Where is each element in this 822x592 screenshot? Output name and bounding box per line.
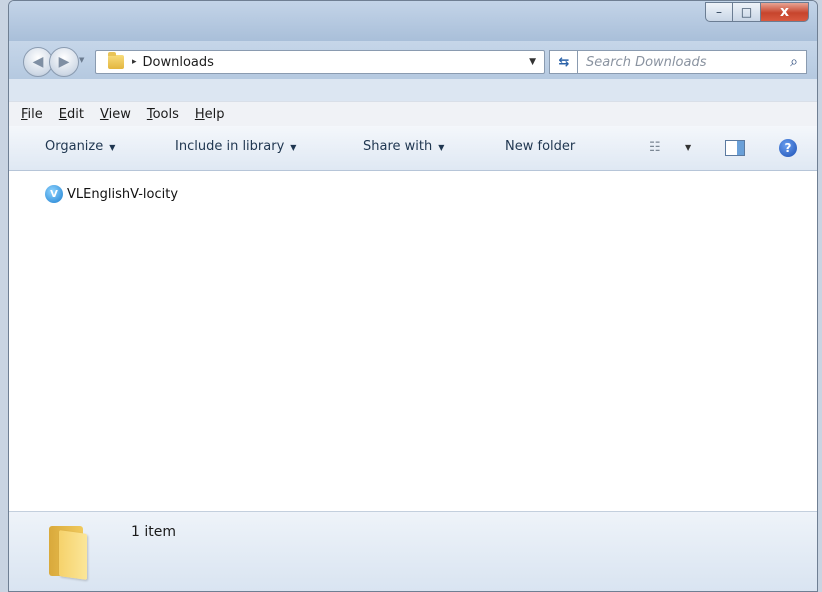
- menu-edit[interactable]: Edit: [59, 107, 84, 122]
- menu-help[interactable]: Help: [195, 107, 225, 122]
- maximize-button[interactable]: □: [733, 2, 761, 22]
- item-count: 1 item: [131, 524, 176, 540]
- navigation-bar: ◀ ▶ ▼ ▸ Downloads ▼ ⇆ Search Downloads ⌕: [9, 41, 817, 79]
- share-with-button[interactable]: Share with ▼: [363, 139, 444, 154]
- refresh-icon: ⇆: [558, 54, 570, 70]
- search-input[interactable]: Search Downloads: [578, 55, 782, 70]
- address-bar[interactable]: ▸ Downloads ▼: [95, 50, 545, 74]
- breadcrumb-separator[interactable]: ▸: [132, 57, 137, 67]
- folder-icon: [108, 52, 124, 69]
- chevron-down-icon: ▼: [438, 143, 445, 152]
- change-view-icon[interactable]: ☷: [649, 140, 661, 155]
- file-name[interactable]: VLEnglishV-locity: [67, 187, 178, 202]
- new-folder-button[interactable]: New folder: [505, 139, 575, 154]
- forward-button[interactable]: ▶: [49, 47, 79, 77]
- new-folder-label: New folder: [505, 139, 576, 154]
- details-pane: 1 item: [9, 511, 817, 591]
- app-icon: V: [45, 185, 63, 203]
- menu-bar: File Edit View Tools Help: [9, 101, 817, 126]
- menu-tools[interactable]: Tools: [147, 107, 179, 122]
- search-box[interactable]: Search Downloads ⌕: [577, 50, 807, 74]
- preview-pane-icon[interactable]: [725, 140, 745, 156]
- caption-buttons: – □ x: [705, 2, 809, 22]
- file-list: V VLEnglishV-locity: [9, 171, 817, 511]
- chevron-down-icon: ▼: [290, 143, 297, 152]
- share-with-label: Share with: [363, 139, 433, 154]
- close-button[interactable]: x: [761, 2, 809, 22]
- refresh-button[interactable]: ⇆: [549, 50, 579, 74]
- include-in-library-button[interactable]: Include in library ▼: [175, 139, 296, 154]
- address-dropdown-icon[interactable]: ▼: [529, 57, 536, 67]
- recent-pages-dropdown[interactable]: ▼: [79, 56, 84, 64]
- folder-icon: [45, 522, 95, 580]
- minimize-button[interactable]: –: [705, 2, 733, 22]
- list-item[interactable]: V VLEnglishV-locity: [45, 185, 178, 203]
- organize-label: Organize: [45, 139, 104, 154]
- help-icon[interactable]: ?: [779, 139, 797, 157]
- organize-button[interactable]: Organize ▼: [45, 139, 115, 154]
- command-bar: Organize ▼ Include in library ▼ Share with…: [9, 126, 817, 171]
- chevron-down-icon: ▼: [109, 143, 116, 152]
- menu-view[interactable]: View: [100, 107, 131, 122]
- include-in-library-label: Include in library: [175, 139, 285, 154]
- view-options-dropdown[interactable]: ▼: [685, 143, 691, 152]
- title-bar: – □ x: [9, 1, 817, 41]
- breadcrumb-downloads[interactable]: Downloads: [143, 55, 214, 70]
- forward-arrow-icon: ▶: [58, 54, 70, 70]
- search-icon[interactable]: ⌕: [782, 51, 806, 73]
- back-arrow-icon: ◀: [32, 54, 44, 70]
- menu-file[interactable]: File: [21, 107, 43, 122]
- explorer-window: – □ x ◀ ▶ ▼ ▸ Downloads ▼ ⇆ Search Downl…: [8, 0, 818, 592]
